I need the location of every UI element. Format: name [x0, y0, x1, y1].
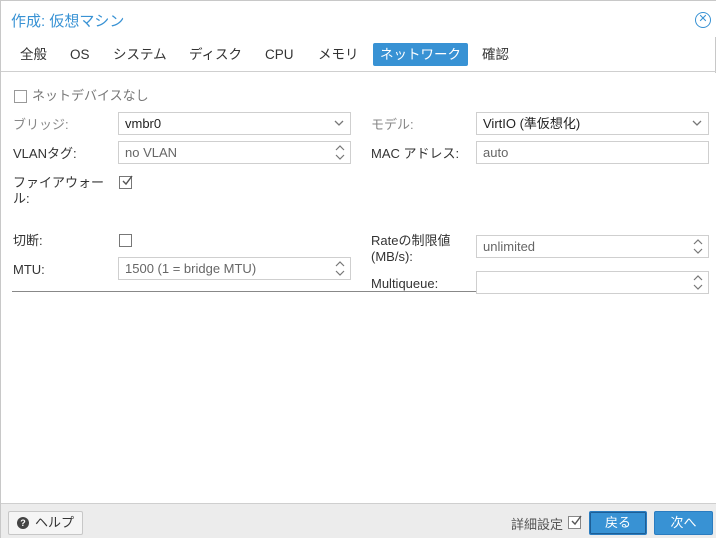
create-vm-dialog: 作成: 仮想マシン ✕ 全般 OS システム ディスク CPU メモリ ネットワ… [0, 0, 716, 538]
tab-disk[interactable]: ディスク [182, 43, 249, 66]
vlan-value: no VLAN [125, 145, 178, 160]
next-button[interactable]: 次へ [654, 511, 713, 535]
tab-os[interactable]: OS [63, 43, 97, 66]
spinner-icon[interactable] [692, 273, 704, 292]
model-label: モデル: [371, 117, 414, 132]
network-form: ネットデバイスなし ブリッジ: vmbr0 VLANタグ: no VLAN ファ… [1, 73, 716, 503]
disconnect-label: 切断: [13, 233, 43, 248]
vlan-field[interactable]: no VLAN [118, 141, 351, 164]
vlan-label: VLANタグ: [13, 146, 77, 161]
chevron-down-icon[interactable] [333, 113, 345, 134]
question-icon: ? [17, 517, 29, 529]
multiqueue-label: Multiqueue: [371, 276, 439, 291]
bridge-select[interactable]: vmbr0 [118, 112, 351, 135]
rate-label-line1: Rateの制限値 [371, 233, 451, 248]
mac-label: MAC アドレス: [371, 146, 460, 161]
mtu-label: MTU: [13, 262, 45, 277]
help-button[interactable]: ? ヘルプ [8, 511, 83, 535]
disconnect-checkbox[interactable] [119, 234, 132, 247]
title-bar: 作成: 仮想マシン ✕ [1, 1, 716, 37]
tab-memory[interactable]: メモリ [311, 43, 366, 66]
tab-system[interactable]: システム [106, 43, 174, 66]
bridge-value: vmbr0 [125, 116, 162, 131]
model-select[interactable]: VirtIO (準仮想化) [476, 112, 709, 135]
mac-field[interactable]: auto [476, 141, 709, 164]
help-label: ヘルプ [35, 515, 75, 530]
dialog-footer: ? ヘルプ 詳細設定 戻る 次へ [1, 503, 716, 538]
firewall-label-line1: ファイアウォー [13, 175, 105, 190]
bridge-label: ブリッジ: [13, 117, 69, 132]
tab-confirm[interactable]: 確認 [475, 43, 516, 66]
rate-value: unlimited [483, 239, 536, 254]
spinner-icon[interactable] [334, 259, 346, 278]
mtu-field[interactable]: 1500 (1 = bridge MTU) [118, 257, 351, 280]
dialog-title: 作成: 仮想マシン [11, 13, 125, 30]
multiqueue-field[interactable] [476, 271, 709, 294]
rate-field[interactable]: unlimited [476, 235, 709, 258]
rate-label-line2: (MB/s): [371, 249, 413, 264]
tab-general[interactable]: 全般 [13, 43, 54, 66]
check-icon [122, 175, 133, 186]
spinner-icon[interactable] [334, 143, 346, 162]
mac-value: auto [483, 145, 509, 160]
tab-bar: 全般 OS システム ディスク CPU メモリ ネットワーク 確認 [1, 37, 716, 72]
tab-network[interactable]: ネットワーク [373, 43, 468, 66]
spinner-icon[interactable] [692, 237, 704, 256]
advanced-checkbox[interactable] [568, 515, 582, 529]
advanced-label: 詳細設定 [511, 517, 564, 532]
tab-cpu[interactable]: CPU [258, 43, 301, 66]
chevron-down-icon[interactable] [691, 113, 703, 134]
mtu-value: 1500 (1 = bridge MTU) [125, 261, 257, 276]
firewall-checkbox[interactable] [119, 175, 133, 189]
check-icon [571, 515, 582, 526]
close-icon[interactable]: ✕ [695, 12, 711, 28]
firewall-label-line2: ル: [13, 191, 30, 206]
no-network-label: ネットデバイスなし [32, 88, 149, 103]
model-value: VirtIO (準仮想化) [483, 116, 581, 131]
back-button[interactable]: 戻る [589, 511, 647, 535]
no-network-checkbox[interactable] [14, 90, 27, 103]
